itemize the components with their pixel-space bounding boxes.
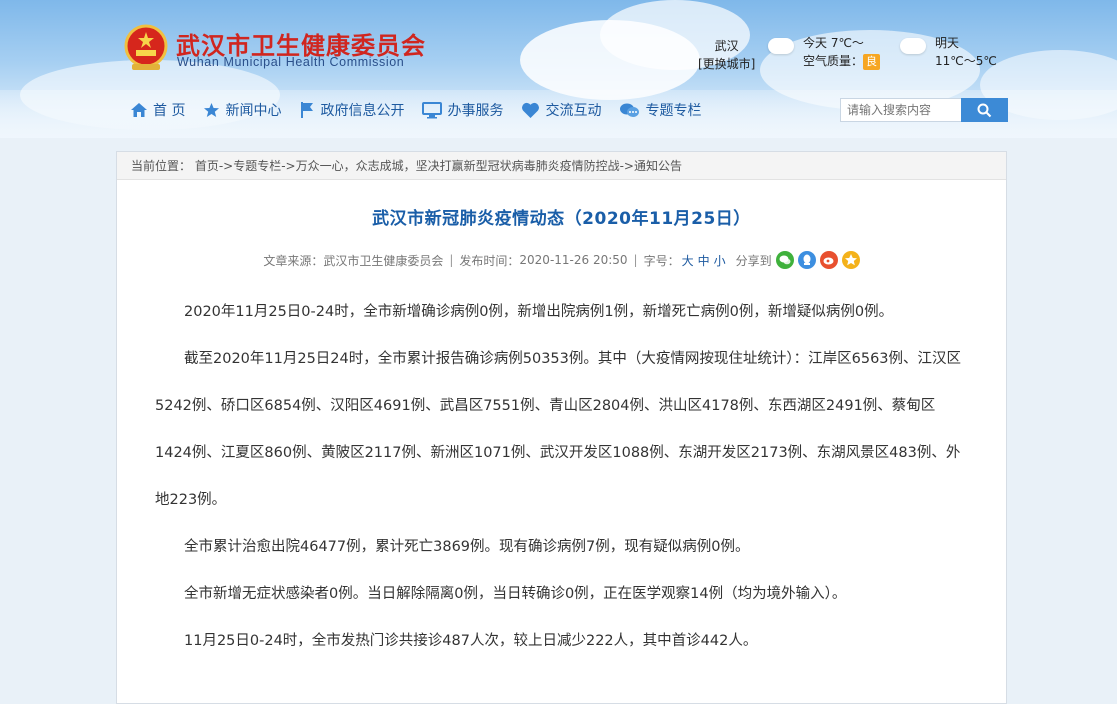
nav-label: 办事服务 bbox=[447, 103, 504, 119]
chat-icon bbox=[620, 103, 640, 117]
weather-tomorrow-block: 明天 11℃～5℃ bbox=[935, 34, 997, 70]
heart-icon bbox=[522, 102, 540, 118]
change-city-link[interactable]: [更换城市] bbox=[698, 55, 755, 73]
nav-gov-info[interactable]: 政府信息公开 bbox=[299, 100, 404, 120]
qzone-icon[interactable] bbox=[841, 251, 860, 269]
national-emblem-icon bbox=[124, 24, 168, 70]
breadcrumb[interactable]: 当前位置： 首页->专题专栏->万众一心，众志成城，坚决打赢新型冠状病毒肺炎疫情… bbox=[117, 152, 1006, 180]
air-quality-label: 空气质量： bbox=[803, 54, 864, 68]
nav-label: 新闻中心 bbox=[225, 103, 282, 119]
nav-label: 专题专栏 bbox=[645, 103, 702, 119]
publish-label: 发布时间： bbox=[459, 253, 520, 268]
publish-value: 2020-11-26 20:50 bbox=[519, 253, 628, 267]
nav-home[interactable]: 首 页 bbox=[130, 100, 185, 120]
nav-label: 交流互动 bbox=[545, 103, 602, 119]
flag-icon bbox=[301, 102, 314, 118]
article-body: 2020年11月25日0-24时，全市新增确诊病例0例，新增出院病例1例，新增死… bbox=[117, 289, 1006, 665]
air-quality: 空气质量：良 bbox=[803, 52, 881, 70]
meta-separator: | bbox=[449, 253, 454, 267]
font-size-label: 字号： bbox=[643, 253, 680, 268]
share-label: 分享到 bbox=[735, 253, 772, 268]
article-paragraph: 截至2020年11月25日24时，全市累计报告确诊病例50353例。其中（大疫情… bbox=[155, 351, 962, 508]
weather-tomorrow-temp: 11℃～5℃ bbox=[935, 54, 997, 68]
weather-city: 武汉 bbox=[714, 39, 739, 53]
cloud-weather-icon bbox=[900, 38, 926, 54]
source-value: 武汉市卫生健康委员会 bbox=[323, 253, 444, 268]
weibo-icon[interactable] bbox=[819, 251, 838, 269]
article-paragraph: 全市新增无症状感染者0例。当日解除隔离0例，当日转确诊0例，正在医学观察14例（… bbox=[184, 586, 847, 602]
nav-special[interactable]: 专题专栏 bbox=[619, 100, 701, 120]
source-label: 文章来源： bbox=[263, 253, 324, 268]
article-paragraph: 2020年11月25日0-24时，全市新增确诊病例0例，新增出院病例1例，新增死… bbox=[184, 304, 894, 320]
qq-icon[interactable] bbox=[797, 251, 816, 269]
star-icon bbox=[204, 103, 220, 117]
monitor-icon bbox=[422, 101, 443, 118]
nav-label: 首 页 bbox=[153, 103, 186, 119]
search-icon bbox=[977, 103, 992, 117]
search-button[interactable] bbox=[961, 98, 1008, 122]
weather-today-temp: 今天 7℃～ bbox=[803, 36, 864, 50]
main-nav: 首 页 新闻中心 政府信息公开 办事服务 交流互动 专题专栏 bbox=[130, 100, 719, 120]
site-subtitle: Wuhan Municipal Health Commission bbox=[177, 55, 405, 69]
article-paragraph: 全市累计治愈出院46477例，累计死亡3869例。现有确诊病例7例，现有疑似病例… bbox=[184, 539, 750, 555]
nav-interaction[interactable]: 交流互动 bbox=[521, 100, 601, 120]
search-input[interactable] bbox=[840, 98, 962, 122]
font-size-small-link[interactable]: 小 bbox=[714, 252, 726, 269]
font-size-large-link[interactable]: 大 bbox=[682, 252, 694, 269]
cloud-weather-icon bbox=[768, 38, 794, 54]
font-size-medium-link[interactable]: 中 bbox=[698, 252, 710, 269]
site-header: 武汉市卫生健康委员会 Wuhan Municipal Health Commis… bbox=[0, 0, 1117, 138]
nav-services[interactable]: 办事服务 bbox=[422, 100, 503, 120]
weather-today-block: 今天 7℃～ 空气质量：良 bbox=[803, 34, 881, 70]
meta-separator: | bbox=[633, 253, 638, 267]
article-paragraph: 11月25日0-24时，全市发热门诊共接诊487人次，较上日减少222人，其中首… bbox=[184, 633, 758, 649]
article-meta: 文章来源： 武汉市卫生健康委员会 | 发布时间： 2020-11-26 20:5… bbox=[117, 251, 1006, 269]
weather-city-block: 武汉 [更换城市] bbox=[698, 37, 755, 73]
air-quality-badge: 良 bbox=[863, 54, 881, 70]
article-panel: 当前位置： 首页->专题专栏->万众一心，众志成城，坚决打赢新型冠状病毒肺炎疫情… bbox=[116, 151, 1007, 704]
wechat-icon[interactable] bbox=[775, 251, 794, 269]
nav-news[interactable]: 新闻中心 bbox=[203, 100, 281, 120]
home-icon bbox=[131, 103, 147, 117]
nav-label: 政府信息公开 bbox=[320, 103, 405, 119]
weather-tomorrow-label: 明天 bbox=[935, 36, 960, 50]
article-title: 武汉市新冠肺炎疫情动态（2020年11月25日） bbox=[372, 209, 751, 229]
